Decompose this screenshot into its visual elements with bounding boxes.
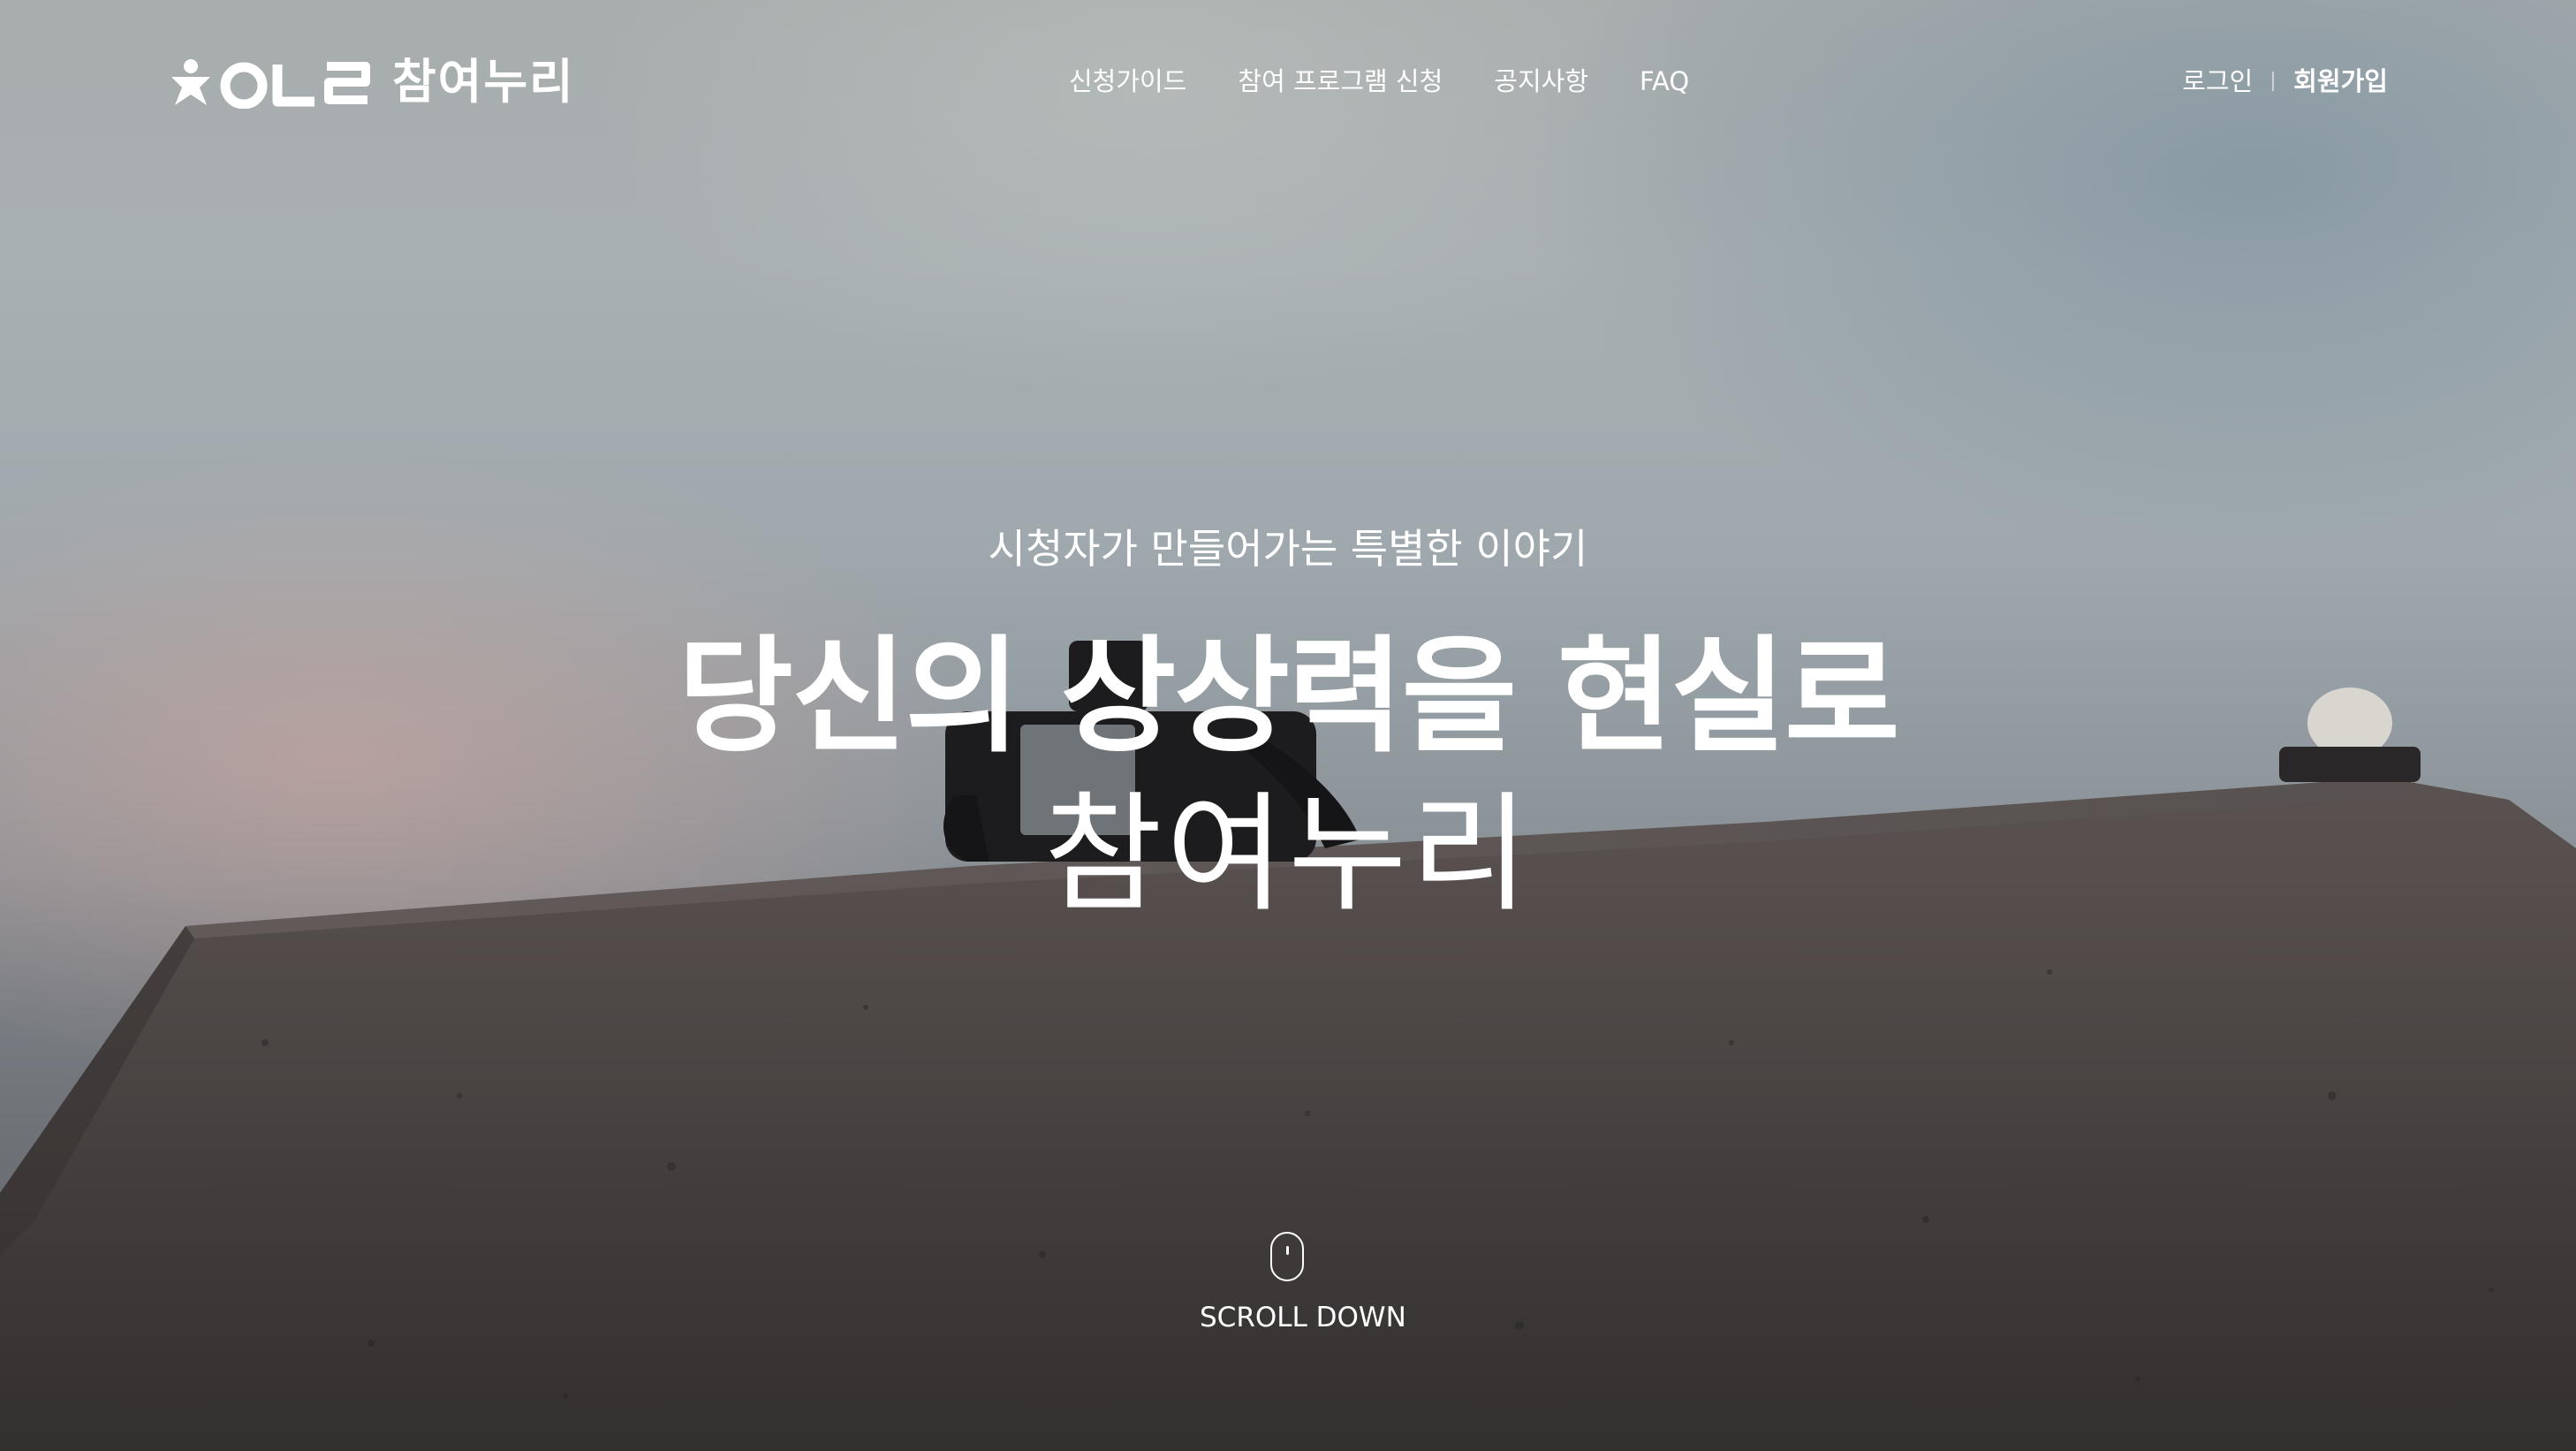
hero-subtitle: 시청자가 만들어가는 특별한 이야기: [988, 525, 1588, 573]
auth-divider: [2272, 72, 2275, 91]
mouse-icon: [1270, 1232, 1304, 1281]
hero-title: 당신의 상상력을 현실로: [678, 624, 1899, 770]
scroll-down-button[interactable]: SCROLL DOWN: [1200, 1232, 1406, 1347]
site-header: 참여누리 신청가이드 참여 프로그램 신청 공지사항 FAQ 로그인 회원가입: [0, 0, 2576, 164]
nav-item-faq[interactable]: FAQ: [1640, 68, 1689, 95]
auth-links: 로그인 회원가입: [2182, 62, 2388, 101]
nav-item-guide[interactable]: 신청가이드: [1069, 68, 1186, 95]
login-link[interactable]: 로그인: [2182, 68, 2253, 95]
main-nav: 신청가이드 참여 프로그램 신청 공지사항 FAQ: [1069, 62, 1689, 101]
logo-text: 참여누리: [392, 54, 575, 110]
mouse-wheel: [1286, 1246, 1289, 1255]
signup-link[interactable]: 회원가입: [2293, 68, 2388, 95]
logo-mark-icon: [171, 59, 370, 109]
hero-brand-line: 참여누리: [1043, 779, 1533, 930]
scroll-down-label: SCROLL DOWN: [1200, 1302, 1406, 1333]
nav-item-program-apply[interactable]: 참여 프로그램 신청: [1238, 68, 1443, 95]
site-logo[interactable]: 참여누리: [168, 51, 575, 113]
hero-section: 참여누리 신청가이드 참여 프로그램 신청 공지사항 FAQ 로그인 회원가입 …: [0, 0, 2576, 1451]
nav-item-notices[interactable]: 공지사항: [1494, 68, 1588, 95]
